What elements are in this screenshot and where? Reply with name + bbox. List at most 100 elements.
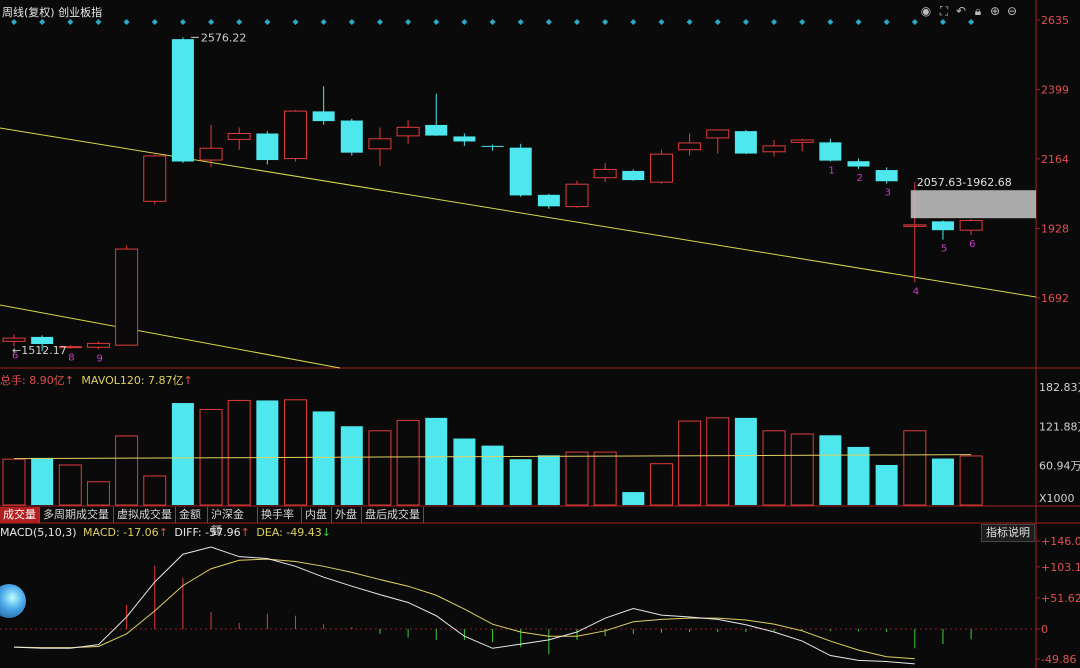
volume-bar bbox=[790, 433, 814, 506]
dea-arrow: ↓ bbox=[321, 526, 331, 539]
candle-label: 2 bbox=[857, 173, 863, 184]
volume-bar bbox=[453, 438, 476, 505]
volume-bar bbox=[875, 464, 898, 505]
marker-diamond bbox=[658, 19, 665, 25]
marker-diamond bbox=[264, 19, 271, 25]
volume-tick-label: 121.88万 bbox=[1039, 420, 1080, 433]
volume-bar bbox=[931, 458, 954, 505]
marker-diamond bbox=[461, 19, 468, 25]
volume-bar bbox=[171, 403, 194, 505]
candle-body bbox=[368, 138, 392, 150]
tab-4[interactable]: 金额 bbox=[176, 507, 208, 523]
volume-bar bbox=[706, 417, 730, 506]
eye-icon[interactable]: ◉ bbox=[919, 4, 933, 18]
candle-label: 4 bbox=[913, 286, 919, 297]
marker-diamond bbox=[405, 19, 412, 25]
candle-body bbox=[565, 183, 589, 208]
volume-bar bbox=[425, 417, 448, 505]
volume-bar bbox=[593, 451, 617, 506]
volume-bar bbox=[368, 430, 392, 506]
diff-value: DIFF: -57.96 bbox=[174, 526, 241, 539]
zoom-in-icon[interactable]: ⊕ bbox=[988, 4, 1002, 18]
lock-icon[interactable]: 🔒︎ bbox=[971, 4, 985, 18]
marker-diamond bbox=[714, 19, 721, 25]
candle-label: 5 bbox=[941, 244, 947, 255]
volume-ma-arrow: ↑ bbox=[183, 374, 193, 387]
volume-bar bbox=[2, 458, 26, 506]
volume-bar bbox=[959, 455, 983, 506]
candle-body bbox=[256, 133, 279, 161]
candle-body bbox=[678, 142, 702, 151]
price-tick-label: 2635 bbox=[1041, 14, 1069, 27]
diff-arrow: ↑ bbox=[240, 526, 250, 539]
candle-body bbox=[931, 221, 954, 231]
volume-tick-label: X1000 bbox=[1039, 492, 1075, 505]
candle-label: 9 bbox=[96, 353, 102, 364]
macd-tick-label: +146.0 bbox=[1041, 535, 1080, 548]
marker-diamond bbox=[236, 19, 243, 25]
volume-bar bbox=[143, 475, 167, 506]
tab-1[interactable]: 成交量 bbox=[0, 507, 40, 523]
price-tick-label: 1928 bbox=[1041, 222, 1069, 235]
candle-body bbox=[284, 110, 307, 160]
macd-value: MACD: -17.06 bbox=[83, 526, 159, 539]
volume-bar bbox=[819, 435, 842, 505]
tab-5[interactable]: 沪深金额 bbox=[208, 507, 258, 537]
marker-diamond bbox=[433, 19, 440, 25]
marker-diamond bbox=[855, 19, 862, 25]
volume-bar bbox=[256, 400, 279, 505]
candle-label: 3 bbox=[885, 188, 891, 199]
dea-value: DEA: -49.43 bbox=[256, 526, 322, 539]
price-tick-label: 2399 bbox=[1041, 84, 1069, 97]
volume-total: 总手: 8.90亿 bbox=[0, 374, 65, 387]
fullscreen-icon[interactable]: ⛶ bbox=[937, 4, 951, 18]
candle-body bbox=[593, 168, 617, 179]
candle-body bbox=[115, 248, 139, 346]
tab-6[interactable]: 换手率 bbox=[258, 507, 302, 523]
gap-zone bbox=[910, 190, 1036, 219]
diff-line bbox=[13, 546, 915, 665]
low-label: ←1512.17 bbox=[12, 344, 67, 357]
marker-diamond bbox=[517, 19, 524, 25]
volume-bar bbox=[227, 399, 251, 506]
candle-body bbox=[509, 147, 532, 196]
tab-2[interactable]: 多周期成交量 bbox=[40, 507, 114, 523]
price-chart[interactable]: 689123456 26352399216419281692182.83万121… bbox=[0, 0, 1080, 668]
volume-total-arrow: ↑ bbox=[64, 374, 74, 387]
tab-3[interactable]: 虚拟成交量 bbox=[114, 507, 176, 523]
volume-bar bbox=[58, 464, 82, 506]
volume-ma: MAVOL120: 7.87亿 bbox=[81, 374, 184, 387]
candle-body bbox=[847, 161, 870, 167]
macd-info: MACD(5,10,3) MACD: -17.06↑ DIFF: -57.96↑… bbox=[0, 526, 331, 539]
dea-line bbox=[13, 558, 915, 660]
volume-bar bbox=[762, 430, 786, 506]
indicator-explain-button[interactable]: 指标说明 bbox=[981, 524, 1035, 542]
volume-tick-label: 182.83万 bbox=[1039, 381, 1080, 394]
marker-diamond bbox=[968, 19, 975, 25]
tab-7[interactable]: 内盘 bbox=[302, 507, 332, 523]
marker-diamond bbox=[827, 19, 834, 25]
candle-body bbox=[2, 337, 26, 342]
marker-diamond bbox=[630, 19, 637, 25]
candle-body bbox=[199, 147, 223, 161]
volume-tick-label: 60.94万 bbox=[1039, 460, 1080, 473]
tab-9[interactable]: 盘后成交量 bbox=[362, 507, 424, 523]
marker-diamond bbox=[939, 19, 946, 25]
volume-bar bbox=[509, 459, 532, 505]
zoom-out-icon[interactable]: ⊖ bbox=[1005, 4, 1019, 18]
marker-diamond bbox=[602, 19, 609, 25]
candle-body bbox=[959, 219, 983, 231]
tab-8[interactable]: 外盘 bbox=[332, 507, 362, 523]
marker-diamond bbox=[208, 19, 215, 25]
volume-bar bbox=[847, 446, 870, 505]
chart-stage: 689123456 26352399216419281692182.83万121… bbox=[0, 0, 1080, 668]
macd-tick-label: +103.1 bbox=[1041, 561, 1080, 574]
volume-bar bbox=[86, 481, 110, 506]
volume-bar bbox=[396, 419, 420, 506]
candle-body bbox=[903, 224, 927, 227]
candle-label: 6 bbox=[969, 239, 975, 250]
candle-body bbox=[481, 145, 504, 147]
undo-icon[interactable]: ↶ bbox=[954, 4, 968, 18]
candle-body bbox=[453, 136, 476, 142]
trendline-lower bbox=[0, 304, 341, 369]
